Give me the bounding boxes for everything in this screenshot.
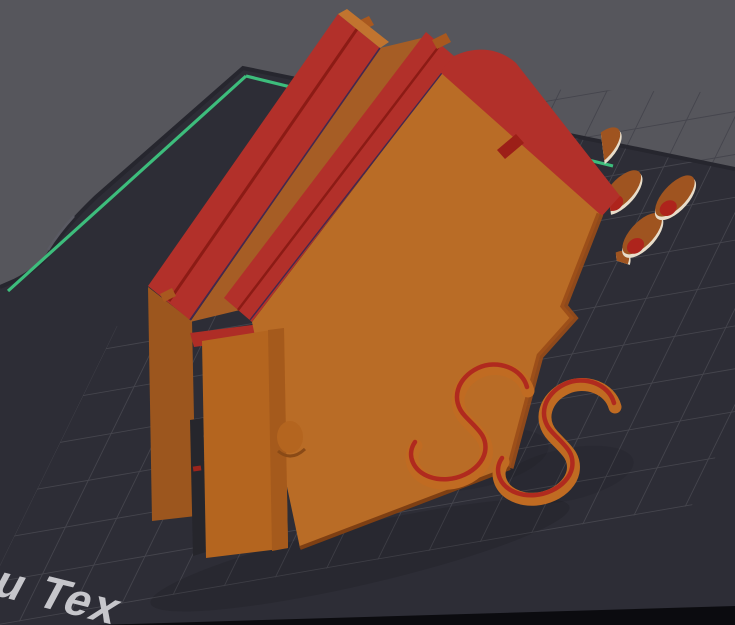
- back-wall-end-cap: [148, 287, 196, 521]
- 3d-viewport[interactable]: u Tex: [0, 0, 735, 625]
- left-post-connector-bump: [277, 421, 303, 453]
